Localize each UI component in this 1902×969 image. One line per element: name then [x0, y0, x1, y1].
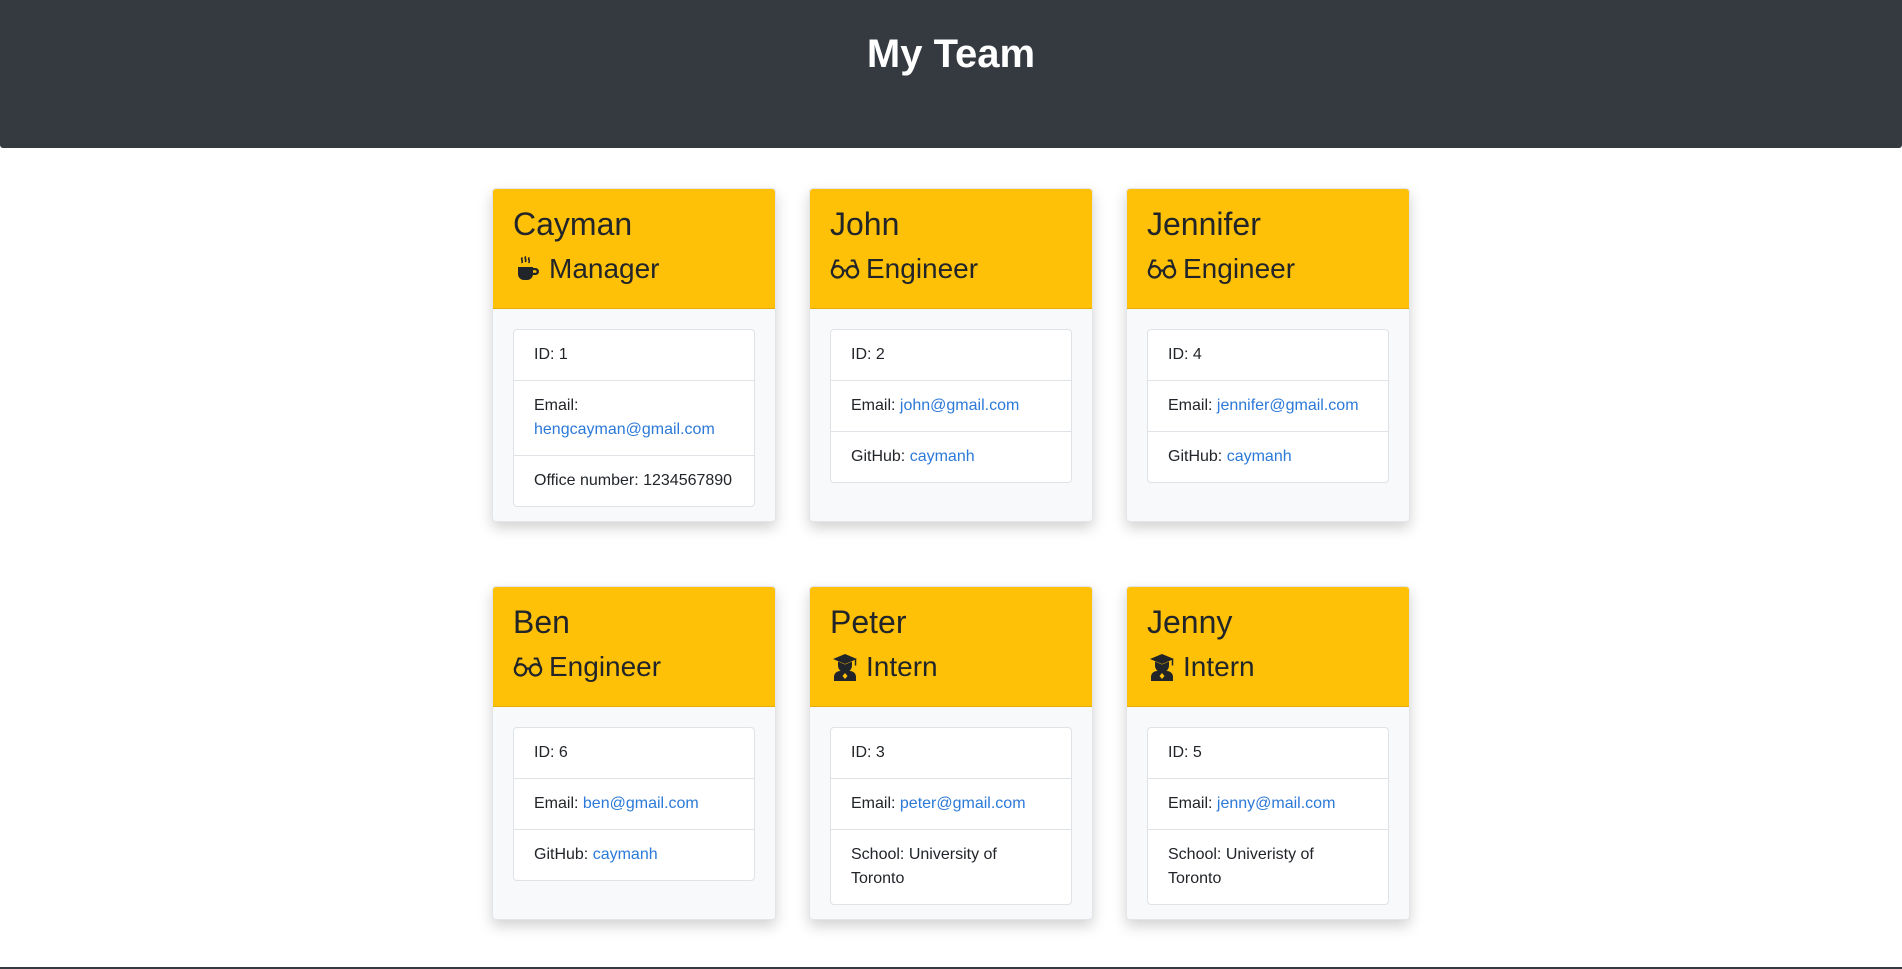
email-label: Email:	[1168, 795, 1213, 812]
role-label: Engineer	[549, 651, 662, 682]
employee-name: John	[830, 206, 900, 242]
github-link[interactable]: caymanh	[910, 448, 975, 465]
card-header: Cayman Manager	[493, 189, 775, 309]
email-link[interactable]: jennifer@gmail.com	[1217, 397, 1359, 414]
role-label: Intern	[866, 651, 938, 682]
role-label: Manager	[549, 253, 660, 284]
card-body: ID: 1 Email: hengcayman@gmail.com Office…	[493, 309, 775, 521]
school-label: School:	[851, 846, 905, 863]
employee-name: Cayman	[513, 206, 633, 242]
employee-role: Engineer	[1147, 251, 1389, 287]
role-label: Engineer	[866, 253, 979, 284]
page-title: My Team	[866, 32, 1036, 76]
office-number: 1234567890	[643, 472, 733, 489]
employee-role: Intern	[830, 649, 1072, 685]
id-item: ID: 5	[1148, 728, 1388, 779]
email-link[interactable]: ben@gmail.com	[583, 795, 699, 812]
employee-name: Peter	[830, 604, 907, 640]
email-label: Email:	[534, 795, 579, 812]
card-header: Ben Engineer	[493, 587, 775, 707]
card-body: ID: 5 Email: jenny@mail.com School: Univ…	[1127, 707, 1409, 919]
email-item: Email: jenny@mail.com	[1148, 779, 1388, 830]
graduate-icon	[830, 652, 860, 682]
github-item: GitHub: caymanh	[831, 432, 1071, 482]
employee-card: John Engineer ID: 2 Email: john@gmail.co…	[809, 188, 1093, 522]
employee-name: Ben	[513, 604, 570, 640]
card-header: John Engineer	[810, 189, 1092, 309]
github-link[interactable]: caymanh	[1227, 448, 1292, 465]
id-item: ID: 2	[831, 330, 1071, 381]
employee-role: Manager	[513, 251, 755, 287]
employee-role: Engineer	[830, 251, 1072, 287]
employee-card: Cayman Manager ID: 1 Email: hengcayman@g…	[492, 188, 776, 522]
email-item: Email: hengcayman@gmail.com	[514, 381, 754, 456]
graduate-icon	[1147, 652, 1177, 682]
email-link[interactable]: jenny@mail.com	[1217, 795, 1336, 812]
info-list: ID: 3 Email: peter@gmail.com School: Uni…	[830, 727, 1072, 905]
card-header: Jennifer Engineer	[1127, 189, 1409, 309]
school-item: School: Univeristy of Toronto	[1148, 830, 1388, 904]
employee-name: Jennifer	[1147, 206, 1261, 242]
id-item: ID: 1	[514, 330, 754, 381]
card-header: Jenny Intern	[1127, 587, 1409, 707]
card-body: ID: 6 Email: ben@gmail.com GitHub: cayma…	[493, 707, 775, 901]
email-label: Email:	[534, 397, 579, 414]
employee-role: Engineer	[513, 649, 755, 685]
office-label: Office number:	[534, 472, 639, 489]
info-list: ID: 1 Email: hengcayman@gmail.com Office…	[513, 329, 755, 507]
email-label: Email:	[851, 397, 896, 414]
coffee-icon	[513, 254, 543, 284]
glasses-icon	[830, 254, 860, 284]
github-label: GitHub:	[851, 448, 906, 465]
card-header: Peter Intern	[810, 587, 1092, 707]
glasses-icon	[1147, 254, 1177, 284]
role-label: Engineer	[1183, 253, 1296, 284]
role-label: Intern	[1183, 651, 1255, 682]
github-item: GitHub: caymanh	[1148, 432, 1388, 482]
office-number-item: Office number: 1234567890	[514, 456, 754, 506]
card-body: ID: 3 Email: peter@gmail.com School: Uni…	[810, 707, 1092, 919]
employee-name: Jenny	[1147, 604, 1233, 640]
employee-role: Intern	[1147, 649, 1389, 685]
page-header: My Team	[0, 0, 1902, 148]
email-item: Email: peter@gmail.com	[831, 779, 1071, 830]
employee-card: Jenny Intern ID: 5 Email: jenny@mail.com…	[1126, 586, 1410, 920]
card-body: ID: 2 Email: john@gmail.com GitHub: caym…	[810, 309, 1092, 503]
employee-card: Jennifer Engineer ID: 4 Email: jennifer@…	[1126, 188, 1410, 522]
email-link[interactable]: peter@gmail.com	[900, 795, 1026, 812]
info-list: ID: 5 Email: jenny@mail.com School: Univ…	[1147, 727, 1389, 905]
github-item: GitHub: caymanh	[514, 830, 754, 880]
info-list: ID: 4 Email: jennifer@gmail.com GitHub: …	[1147, 329, 1389, 483]
email-link[interactable]: hengcayman@gmail.com	[534, 421, 715, 438]
email-label: Email:	[1168, 397, 1213, 414]
email-item: Email: ben@gmail.com	[514, 779, 754, 830]
email-link[interactable]: john@gmail.com	[900, 397, 1019, 414]
id-item: ID: 3	[831, 728, 1071, 779]
card-body: ID: 4 Email: jennifer@gmail.com GitHub: …	[1127, 309, 1409, 503]
info-list: ID: 2 Email: john@gmail.com GitHub: caym…	[830, 329, 1072, 483]
glasses-icon	[513, 652, 543, 682]
id-item: ID: 4	[1148, 330, 1388, 381]
github-label: GitHub:	[1168, 448, 1223, 465]
github-label: GitHub:	[534, 846, 589, 863]
id-item: ID: 6	[514, 728, 754, 779]
school-item: School: University of Toronto	[831, 830, 1071, 904]
info-list: ID: 6 Email: ben@gmail.com GitHub: cayma…	[513, 727, 755, 881]
employee-card: Peter Intern ID: 3 Email: peter@gmail.co…	[809, 586, 1093, 920]
email-item: Email: john@gmail.com	[831, 381, 1071, 432]
email-item: Email: jennifer@gmail.com	[1148, 381, 1388, 432]
employee-card: Ben Engineer ID: 6 Email: ben@gmail.com …	[492, 586, 776, 920]
email-label: Email:	[851, 795, 896, 812]
school-label: School:	[1168, 846, 1222, 863]
github-link[interactable]: caymanh	[593, 846, 658, 863]
